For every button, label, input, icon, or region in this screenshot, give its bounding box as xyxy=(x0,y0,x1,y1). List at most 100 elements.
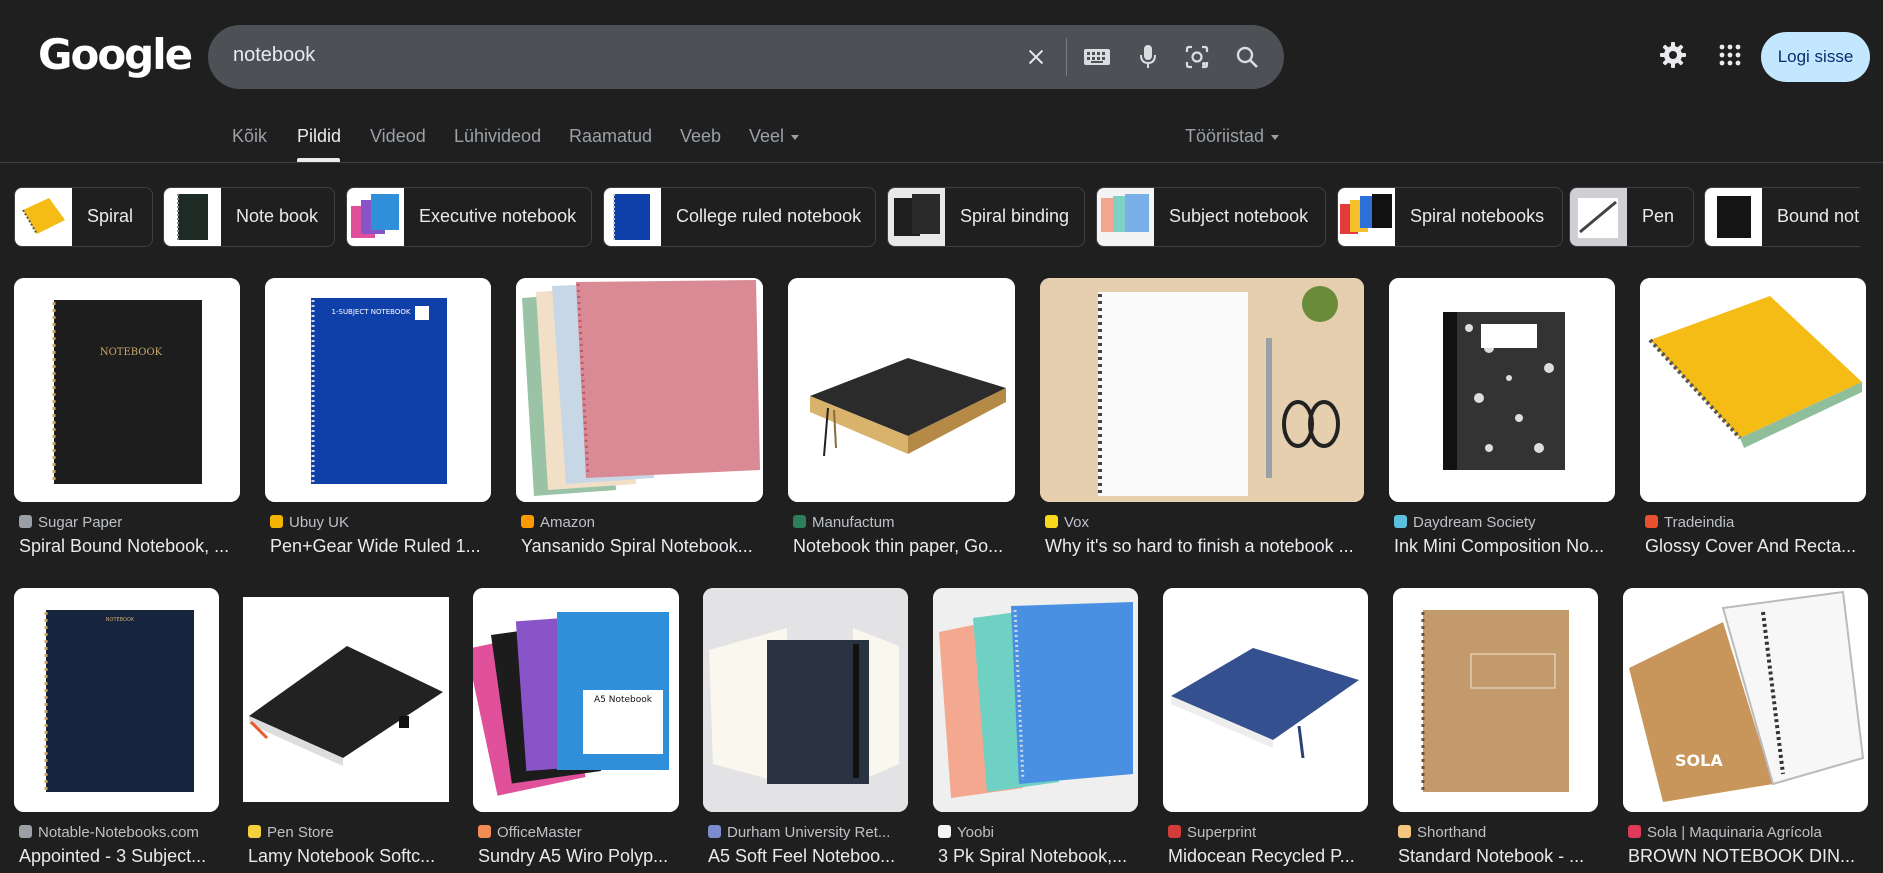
chip-label: Pen xyxy=(1642,206,1675,226)
chevron-down-icon xyxy=(1271,134,1280,140)
result-title[interactable]: Spiral Bound Notebook, ... xyxy=(19,536,239,557)
result-source[interactable]: Notable-Notebooks.com xyxy=(19,824,199,841)
result-thumbnail[interactable] xyxy=(1640,278,1866,502)
search-input[interactable]: notebook xyxy=(233,44,315,67)
keyboard-icon[interactable] xyxy=(1081,41,1113,73)
result-source[interactable]: OfficeMaster xyxy=(478,824,582,841)
cover-text: NOTEBOOK xyxy=(106,617,135,623)
site-favicon xyxy=(793,515,806,528)
chip-college-ruled-notebook[interactable]: College ruled notebook xyxy=(603,187,876,247)
chip-thumbnail xyxy=(604,188,661,246)
result-title[interactable]: A5 Soft Feel Noteboo... xyxy=(708,846,908,867)
chevron-down-icon xyxy=(791,134,800,140)
result-source[interactable]: Manufactum xyxy=(793,514,895,531)
apps-grid-icon[interactable] xyxy=(1714,39,1746,71)
result-source[interactable]: Pen Store xyxy=(248,824,334,841)
chip-bound-notebook[interactable]: Bound note xyxy=(1704,187,1860,247)
result-title[interactable]: Sundry A5 Wiro Polyp... xyxy=(478,846,678,867)
source-name: Sola | Maquinaria Agrícola xyxy=(1647,824,1822,841)
result-title[interactable]: Notebook thin paper, Go... xyxy=(793,536,1013,557)
chip-spiral-binding[interactable]: Spiral binding xyxy=(887,187,1085,247)
google-logo[interactable]: Google xyxy=(38,30,193,79)
result-thumbnail[interactable]: NOTEBOOK xyxy=(14,588,219,812)
site-favicon xyxy=(708,825,721,838)
cover-text: NOTEBOOK xyxy=(100,347,163,358)
result-title[interactable]: Standard Notebook - ... xyxy=(1398,846,1598,867)
tab-web[interactable]: Veeb xyxy=(680,126,721,147)
result-title[interactable]: Lamy Notebook Softc... xyxy=(248,846,448,867)
chip-label: Subject notebook xyxy=(1169,206,1309,226)
result-title[interactable]: Midocean Recycled P... xyxy=(1168,846,1368,867)
camera-icon[interactable] xyxy=(1181,41,1213,73)
result-thumbnail[interactable] xyxy=(1389,278,1615,502)
result-source[interactable]: Vox xyxy=(1045,514,1089,531)
result-thumbnail[interactable] xyxy=(788,278,1015,502)
gear-icon[interactable] xyxy=(1657,39,1689,71)
result-thumbnail[interactable] xyxy=(1040,278,1364,502)
microphone-icon[interactable] xyxy=(1132,41,1164,73)
result-source[interactable]: Sugar Paper xyxy=(19,514,122,531)
search-icon[interactable] xyxy=(1231,41,1263,73)
result-title[interactable]: Pen+Gear Wide Ruled 1... xyxy=(270,536,490,557)
chip-note-book[interactable]: Note book xyxy=(163,187,335,247)
result-source[interactable]: Sola | Maquinaria Agrícola xyxy=(1628,824,1822,841)
source-name: Notable-Notebooks.com xyxy=(38,824,199,841)
result-source[interactable]: Superprint xyxy=(1168,824,1256,841)
close-icon[interactable] xyxy=(1020,41,1052,73)
site-favicon xyxy=(1398,825,1411,838)
result-title[interactable]: Glossy Cover And Recta... xyxy=(1645,536,1865,557)
result-thumbnail[interactable] xyxy=(1163,588,1368,812)
source-name: Amazon xyxy=(540,514,596,531)
result-title[interactable]: Why it's so hard to finish a notebook ..… xyxy=(1045,536,1360,557)
cover-text: A5 Notebook xyxy=(594,695,653,705)
chip-label: College ruled notebook xyxy=(676,206,862,226)
chip-subject-notebook[interactable]: Subject notebook xyxy=(1096,187,1326,247)
tab-all[interactable]: Kõik xyxy=(232,126,267,147)
source-name: OfficeMaster xyxy=(497,824,582,841)
tab-short-videos[interactable]: Lühivideod xyxy=(454,126,541,147)
chip-label: Spiral notebooks xyxy=(1410,206,1545,226)
result-thumbnail[interactable] xyxy=(1393,588,1598,812)
result-title[interactable]: Ink Mini Composition No... xyxy=(1394,536,1614,557)
result-thumbnail[interactable] xyxy=(243,588,449,812)
site-favicon xyxy=(19,825,32,838)
tab-videos[interactable]: Videod xyxy=(370,126,426,147)
chip-pen[interactable]: Pen xyxy=(1569,187,1694,247)
tab-more[interactable]: Veel xyxy=(749,126,800,147)
source-name: Daydream Society xyxy=(1413,514,1536,531)
result-source[interactable]: Yoobi xyxy=(938,824,994,841)
chip-label: Spiral xyxy=(87,206,134,226)
chip-thumbnail xyxy=(888,188,945,246)
result-source[interactable]: Tradeindia xyxy=(1645,514,1734,531)
tools-button[interactable]: Tööriistad xyxy=(1185,126,1280,147)
search-box[interactable]: notebook xyxy=(208,25,1284,89)
result-source[interactable]: Ubuy UK xyxy=(270,514,349,531)
chip-label: Note book xyxy=(236,206,319,226)
chip-spiral-notebooks[interactable]: Spiral notebooks xyxy=(1337,187,1563,247)
login-button[interactable]: Logi sisse xyxy=(1761,32,1870,82)
result-thumbnail[interactable] xyxy=(516,278,763,502)
result-source[interactable]: Durham University Ret... xyxy=(708,824,890,841)
result-source[interactable]: Shorthand xyxy=(1398,824,1486,841)
result-thumbnail[interactable]: A5 Notebook xyxy=(473,588,679,812)
result-title[interactable]: Appointed - 3 Subject... xyxy=(19,846,219,867)
result-source[interactable]: Amazon xyxy=(521,514,595,531)
result-thumbnail[interactable] xyxy=(933,588,1138,812)
result-thumbnail[interactable] xyxy=(703,588,908,812)
chip-executive-notebook[interactable]: Executive notebook xyxy=(346,187,592,247)
chip-spiral[interactable]: Spiral xyxy=(14,187,153,247)
chip-thumbnail xyxy=(164,188,221,246)
result-thumbnail[interactable]: SOLA xyxy=(1623,588,1868,812)
result-title[interactable]: Yansanido Spiral Notebook... xyxy=(521,536,761,557)
tab-books[interactable]: Raamatud xyxy=(569,126,652,147)
chip-thumbnail xyxy=(15,188,72,246)
result-thumbnail[interactable]: 1-SUBJECT NOTEBOOK xyxy=(265,278,491,502)
chip-thumbnail xyxy=(1338,188,1395,246)
tab-images[interactable]: Pildid xyxy=(297,126,341,147)
active-tab-indicator xyxy=(297,158,340,162)
chip-label: Bound note xyxy=(1777,206,1860,226)
result-title[interactable]: BROWN NOTEBOOK DIN... xyxy=(1628,846,1868,867)
result-thumbnail[interactable]: NOTEBOOK xyxy=(14,278,240,502)
result-source[interactable]: Daydream Society xyxy=(1394,514,1536,531)
result-title[interactable]: 3 Pk Spiral Notebook,... xyxy=(938,846,1138,867)
